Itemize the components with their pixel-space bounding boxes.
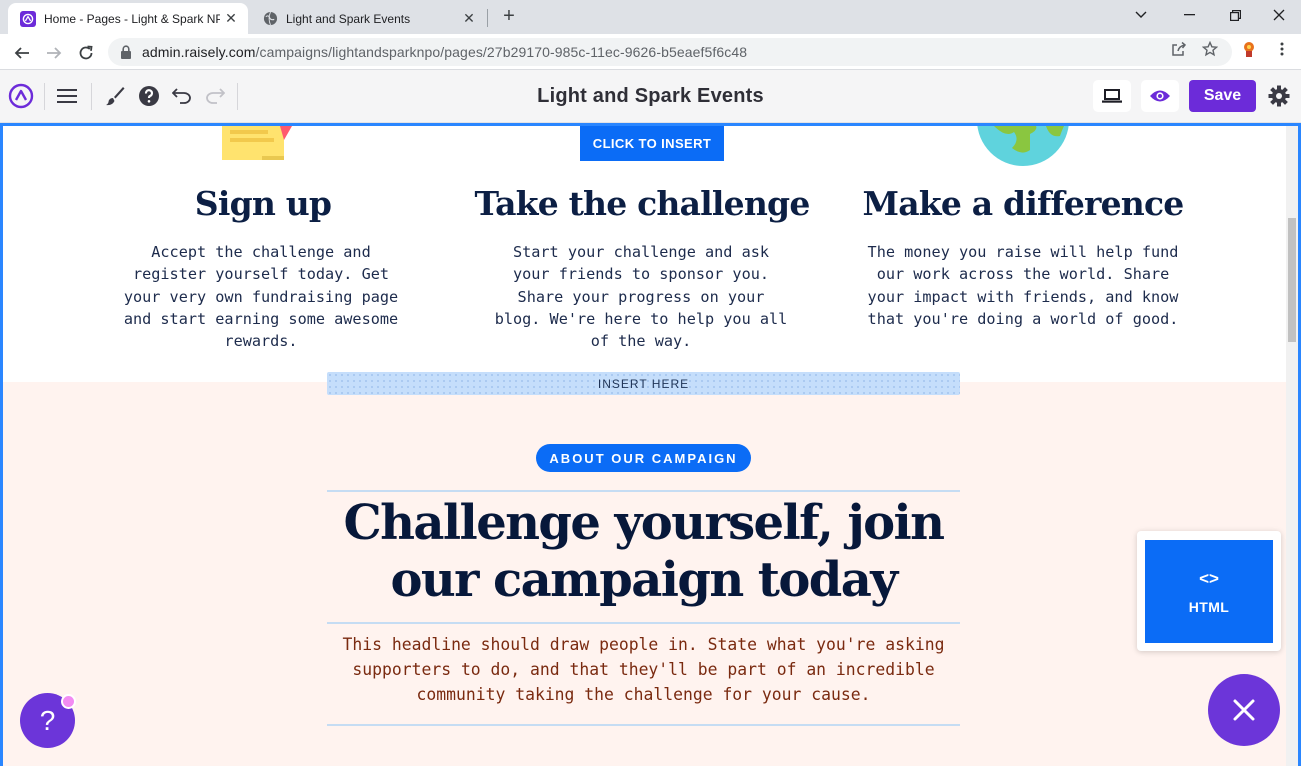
about-campaign-badge: ABOUT OUR CAMPAIGN (536, 444, 751, 472)
laptop-icon (1102, 89, 1122, 103)
step-title-make-a-difference: Make a difference (862, 184, 1185, 223)
minimize-icon[interactable] (1166, 0, 1212, 30)
html-block-panel: <> HTML (1137, 531, 1281, 651)
tab-close-icon[interactable]: ✕ (220, 8, 242, 30)
tab-search-chevron-icon[interactable] (1118, 0, 1164, 30)
click-to-insert-button[interactable]: CLICK TO INSERT (580, 126, 724, 161)
forward-arrow-icon[interactable] (41, 40, 67, 66)
url-text: admin.raisely.com/campaigns/lightandspar… (142, 44, 747, 60)
browser-tab-home-pages[interactable]: Home - Pages - Light & Spark NPO ✕ (8, 3, 248, 34)
html-block-label: HTML (1188, 598, 1230, 615)
editor-toolbar: Light and Spark Events Save (0, 70, 1301, 123)
browser-tab-events[interactable]: Light and Spark Events ✕ (250, 3, 486, 34)
settings-gear-icon[interactable] (1265, 82, 1293, 110)
close-x-icon (1233, 699, 1255, 721)
campaign-subtext[interactable]: This headline should draw people in. Sta… (327, 632, 960, 707)
notification-dot (61, 694, 76, 709)
divider-line (327, 622, 960, 624)
share-icon[interactable] (1170, 40, 1188, 58)
tab-title: Light and Spark Events (286, 11, 411, 26)
new-tab-button[interactable]: + (496, 6, 522, 28)
sticky-note-illustration-icon (222, 126, 294, 167)
lock-icon (120, 45, 134, 59)
close-panel-button[interactable] (1208, 674, 1280, 746)
step-text-make-a-difference: The money you raise will help fund our w… (867, 243, 1179, 328)
bookmark-star-icon[interactable] (1201, 40, 1219, 58)
preview-button[interactable] (1141, 80, 1179, 112)
extension-icon[interactable] (1240, 40, 1258, 58)
url-input[interactable]: admin.raisely.com/campaigns/lightandspar… (108, 38, 1232, 66)
code-brackets-icon: <> (1199, 568, 1219, 588)
reload-icon[interactable] (73, 40, 99, 66)
tab-title: Home - Pages - Light & Spark NPO (44, 11, 220, 26)
page-editor-canvas[interactable]: CLICK TO INSERT Sign up Accept the chall… (0, 123, 1301, 766)
tab-close-icon[interactable]: ✕ (458, 8, 480, 30)
step-text-take-the-challenge: Start your challenge and ask your friend… (494, 243, 788, 351)
step-text-sign-up: Accept the challenge and register yourse… (123, 243, 399, 351)
window-close-icon[interactable] (1256, 0, 1301, 30)
scrollbar-thumb[interactable] (1288, 218, 1296, 342)
insert-here-dropzone[interactable]: INSERT HERE (327, 372, 960, 395)
step-title-take-the-challenge: Take the challenge (474, 184, 810, 223)
divider-line (327, 724, 960, 726)
raisely-favicon-icon (20, 10, 36, 27)
globe-icon (262, 11, 278, 27)
canvas-scrollbar[interactable] (1286, 126, 1298, 766)
url-path: /campaigns/lightandsparknpo/pages/27b291… (255, 44, 748, 60)
address-bar-row: admin.raisely.com/campaigns/lightandspar… (0, 34, 1301, 70)
back-arrow-icon[interactable] (9, 40, 35, 66)
browser-tab-strip: Home - Pages - Light & Spark NPO ✕ Light… (0, 0, 1301, 34)
divider-line (327, 490, 960, 492)
desktop-view-button[interactable] (1093, 80, 1131, 112)
save-button[interactable]: Save (1189, 80, 1256, 112)
campaign-headline[interactable]: Challenge yourself, join our campaign to… (327, 495, 960, 609)
url-host: admin.raisely.com (142, 44, 256, 60)
tab-divider (487, 9, 488, 27)
html-block-button[interactable]: <> HTML (1145, 540, 1273, 643)
step-title-sign-up: Sign up (194, 184, 332, 223)
kebab-menu-icon[interactable] (1273, 40, 1291, 58)
steps-section[interactable]: CLICK TO INSERT Sign up Accept the chall… (3, 126, 1287, 382)
question-mark-icon: ? (39, 704, 56, 736)
globe-illustration-icon (976, 126, 1070, 173)
eye-icon (1150, 90, 1170, 102)
restore-icon[interactable] (1212, 0, 1258, 30)
about-campaign-section[interactable]: INSERT HERE ABOUT OUR CAMPAIGN Challenge… (3, 372, 1287, 766)
